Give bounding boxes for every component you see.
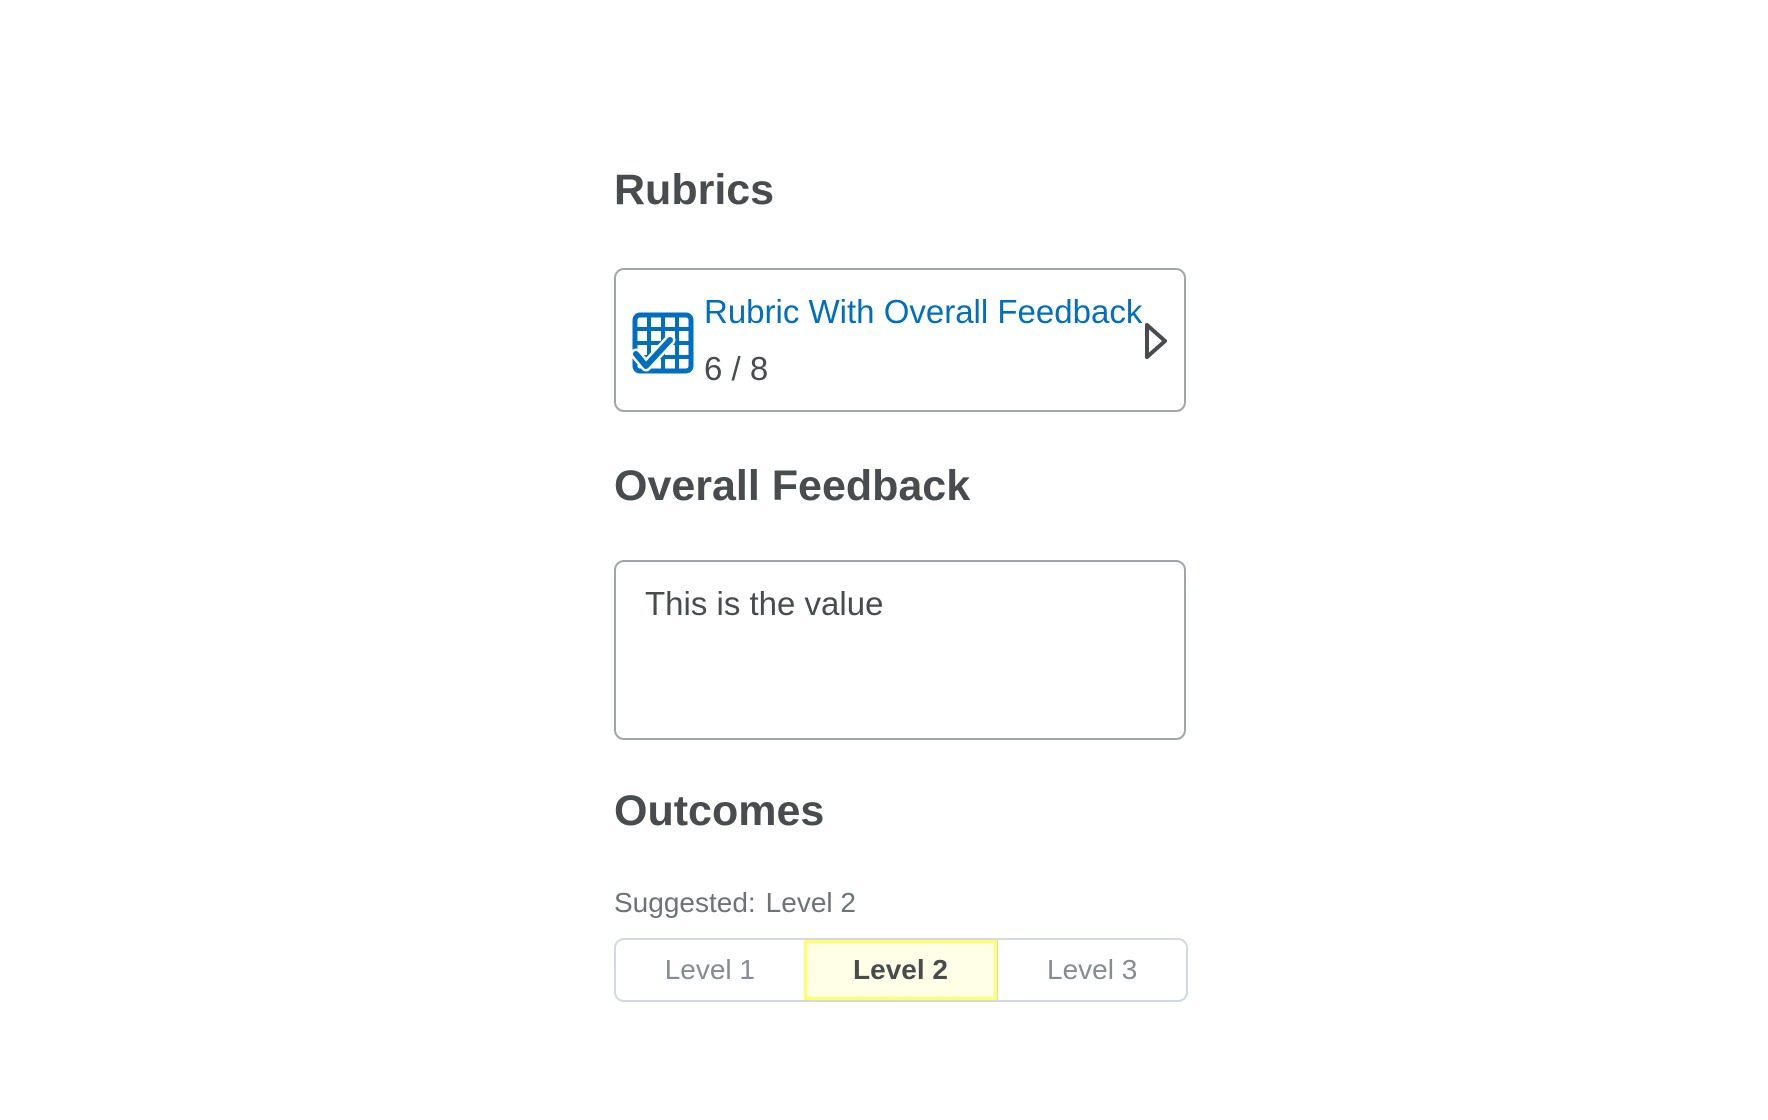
suggested-level: Suggested: Level 2 bbox=[614, 886, 856, 920]
overall-feedback-textarea[interactable]: This is the value bbox=[614, 560, 1186, 740]
level-option-selected[interactable]: Level 2 bbox=[803, 940, 998, 1000]
chevron-right-icon[interactable] bbox=[1143, 322, 1169, 360]
level-selector: Level 1 Level 2 Level 3 bbox=[614, 938, 1188, 1002]
rubric-card[interactable]: Rubric With Overall Feedback 6 / 8 bbox=[614, 268, 1186, 412]
overall-feedback-heading: Overall Feedback bbox=[614, 462, 971, 510]
level-option[interactable]: Level 1 bbox=[616, 940, 804, 1000]
rubric-grid-check-icon bbox=[632, 312, 694, 374]
suggested-value: Level 2 bbox=[765, 887, 856, 918]
rubric-score: 6 / 8 bbox=[704, 350, 769, 387]
level-option[interactable]: Level 3 bbox=[997, 940, 1186, 1000]
rubric-title-link[interactable]: Rubric With Overall Feedback bbox=[704, 292, 1142, 332]
suggested-label: Suggested: bbox=[614, 887, 756, 918]
rubrics-heading: Rubrics bbox=[614, 166, 775, 214]
outcomes-heading: Outcomes bbox=[614, 787, 825, 835]
